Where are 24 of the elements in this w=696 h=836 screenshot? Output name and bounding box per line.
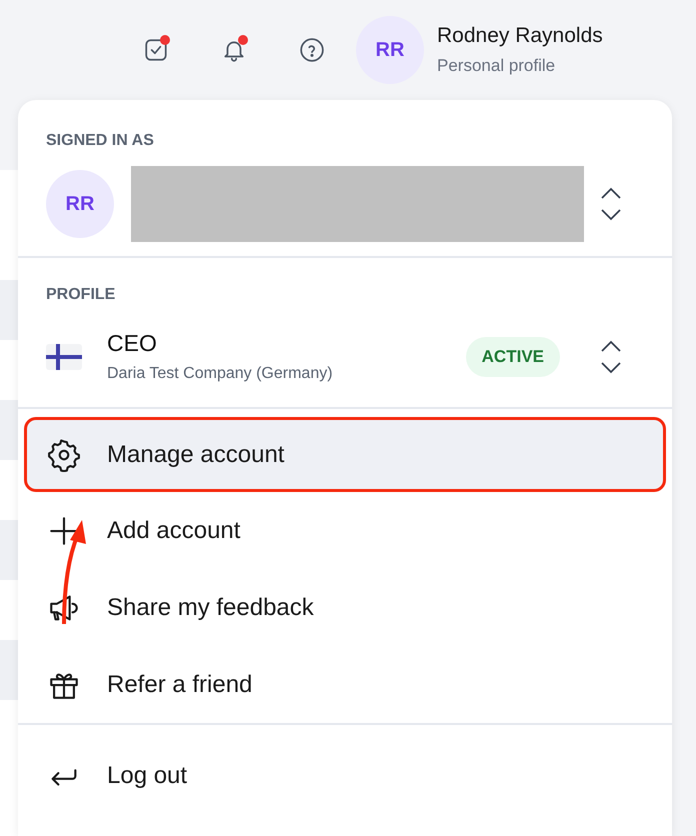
notification-dot bbox=[160, 35, 170, 45]
menu-item[interactable]: Manage account bbox=[24, 417, 666, 492]
menu-item[interactable]: Add account bbox=[24, 492, 666, 569]
menu-item[interactable]: Share my feedback bbox=[24, 569, 666, 646]
settings-icon bbox=[47, 438, 81, 472]
checkbox-icon bbox=[143, 37, 169, 63]
notification-dot bbox=[238, 35, 248, 45]
section-heading: SIGNED IN AS bbox=[46, 132, 155, 150]
up-down-chevron-icon bbox=[600, 340, 622, 374]
help-icon bbox=[299, 37, 325, 63]
user-name: Rodney Raynolds bbox=[437, 24, 603, 48]
up-down-chevron-icon bbox=[600, 187, 622, 221]
section-heading: PROFILE bbox=[46, 286, 116, 304]
avatar[interactable]: RR bbox=[356, 16, 424, 84]
profile-subtitle: Personal profile bbox=[437, 56, 556, 76]
account-switcher[interactable] bbox=[600, 187, 622, 221]
avatar: RR bbox=[46, 170, 114, 238]
menu-item[interactable]: Refer a friend bbox=[24, 646, 666, 723]
status-badge: ACTIVE bbox=[466, 336, 560, 376]
profile-switcher[interactable] bbox=[600, 340, 622, 374]
role-title: CEO bbox=[107, 330, 158, 357]
company-name: Daria Test Company (Germany) bbox=[107, 365, 333, 383]
menu-item[interactable]: Log out bbox=[24, 737, 666, 814]
flag-icon bbox=[46, 344, 82, 370]
